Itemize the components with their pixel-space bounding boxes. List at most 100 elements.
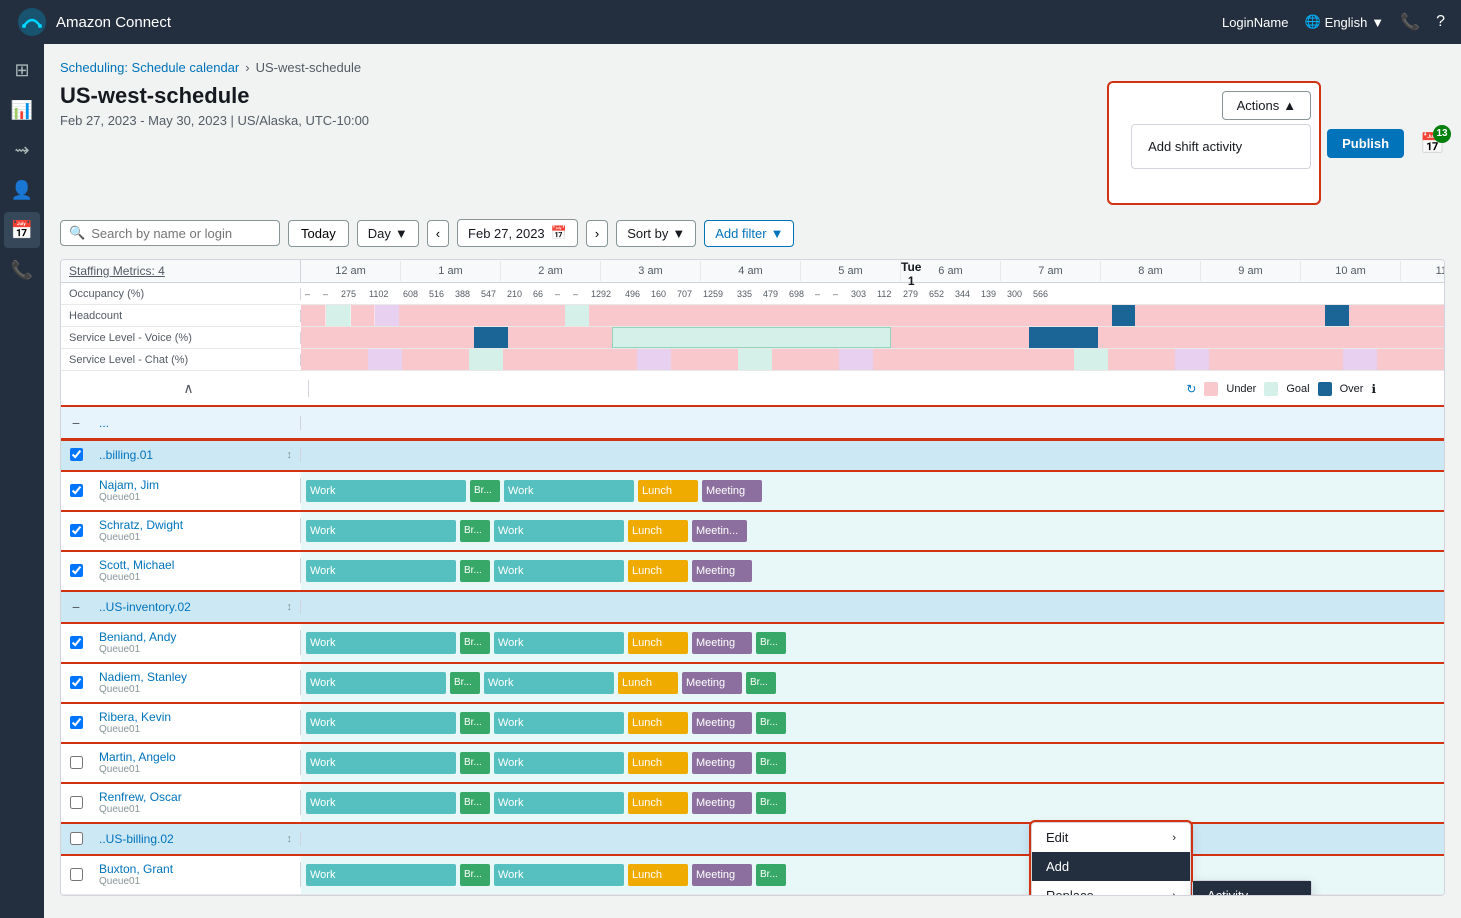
- agent-nadiem-checkbox[interactable]: [70, 676, 83, 689]
- shift-work2[interactable]: Work: [494, 752, 624, 774]
- search-input[interactable]: [91, 226, 271, 241]
- agent-najam-checkbox[interactable]: [70, 484, 83, 497]
- legend-info-icon[interactable]: ℹ: [1371, 382, 1376, 396]
- sidebar-item-scheduling[interactable]: 📅: [4, 212, 40, 248]
- agent-renfrew-checkbox[interactable]: [70, 796, 83, 809]
- shift-meeting[interactable]: Meeting: [692, 560, 752, 582]
- shift-work[interactable]: Work: [306, 560, 456, 582]
- sidebar-item-analytics[interactable]: 📊: [4, 92, 40, 128]
- shift-meeting[interactable]: Meeting: [692, 712, 752, 734]
- shift-break2[interactable]: Br...: [756, 632, 786, 654]
- shift-break[interactable]: Br...: [460, 632, 490, 654]
- shift-break[interactable]: Br...: [460, 752, 490, 774]
- shift-break2[interactable]: Br...: [756, 792, 786, 814]
- shift-lunch[interactable]: Lunch: [628, 752, 688, 774]
- agent-martin-checkbox[interactable]: [70, 756, 83, 769]
- shift-meeting[interactable]: Meeting: [682, 672, 742, 694]
- sidebar-item-routing[interactable]: ⇝: [4, 132, 40, 168]
- shift-work[interactable]: Work: [306, 672, 446, 694]
- agent-schratz-checkbox[interactable]: [70, 524, 83, 537]
- shift-meeting[interactable]: Meeting: [692, 792, 752, 814]
- shift-lunch[interactable]: Lunch: [628, 632, 688, 654]
- phone-icon[interactable]: 📞: [1400, 12, 1420, 32]
- group1-checkbox-col: −: [61, 415, 91, 431]
- shift-meeting[interactable]: Meeting: [692, 632, 752, 654]
- ctx-edit-item[interactable]: Edit ›: [1032, 823, 1190, 852]
- sidebar-item-users[interactable]: 👤: [4, 172, 40, 208]
- shift-work2[interactable]: Work: [494, 712, 624, 734]
- shift-lunch[interactable]: Lunch: [628, 560, 688, 582]
- agent-billing01-count: ↕: [287, 449, 293, 461]
- group3-checkbox[interactable]: [70, 832, 83, 845]
- shift-work2[interactable]: Work: [494, 520, 624, 542]
- shift-lunch[interactable]: Lunch: [638, 480, 698, 502]
- submenu-activity-item[interactable]: Activity: [1193, 881, 1311, 896]
- staffing-metrics-label[interactable]: Staffing Metrics: 4: [69, 264, 165, 278]
- shift-lunch[interactable]: Lunch: [628, 712, 688, 734]
- agent-beniand-checkbox[interactable]: [70, 636, 83, 649]
- shift-break[interactable]: Br...: [470, 480, 500, 502]
- add-filter-button[interactable]: Add filter ▼: [704, 220, 794, 247]
- ctx-replace-item[interactable]: Replace ›: [1032, 881, 1190, 896]
- calendar-badge-button[interactable]: 📅 13: [1420, 131, 1445, 156]
- hc-cell: [1112, 305, 1136, 326]
- shift-break[interactable]: Br...: [460, 520, 490, 542]
- collapse-chevron-icon[interactable]: ∧: [183, 380, 193, 397]
- refresh-icon[interactable]: ↻: [1186, 382, 1196, 396]
- shift-work[interactable]: Work: [306, 520, 456, 542]
- shift-break[interactable]: Br...: [460, 792, 490, 814]
- next-date-button[interactable]: ›: [586, 220, 608, 247]
- shift-break[interactable]: Br...: [460, 560, 490, 582]
- shift-lunch[interactable]: Lunch: [628, 864, 688, 886]
- shift-meeting[interactable]: Meetin...: [692, 520, 747, 542]
- shift-break2[interactable]: Br...: [756, 712, 786, 734]
- agent-billing01-checkbox[interactable]: [70, 448, 83, 461]
- shift-meeting[interactable]: Meeting: [702, 480, 762, 502]
- shift-lunch[interactable]: Lunch: [618, 672, 678, 694]
- shift-break2[interactable]: Br...: [756, 752, 786, 774]
- shift-work2[interactable]: Work: [504, 480, 634, 502]
- shift-break2[interactable]: Br...: [756, 864, 786, 886]
- group2-collapse-icon[interactable]: −: [72, 599, 80, 615]
- actions-button[interactable]: Actions ▲: [1222, 91, 1312, 120]
- agent-renfrew-sub: Queue01: [99, 804, 292, 815]
- shift-lunch[interactable]: Lunch: [628, 792, 688, 814]
- ctx-add-item[interactable]: Add Activity: [1032, 852, 1190, 881]
- shift-meeting[interactable]: Meeting: [692, 864, 752, 886]
- shift-work[interactable]: Work: [306, 480, 466, 502]
- shift-break[interactable]: Br...: [460, 864, 490, 886]
- publish-button[interactable]: Publish: [1327, 129, 1404, 158]
- sidebar-item-home[interactable]: ⊞: [4, 52, 40, 88]
- hc-cell: [301, 305, 326, 326]
- shift-work[interactable]: Work: [306, 712, 456, 734]
- shift-work2[interactable]: Work: [494, 632, 624, 654]
- search-box[interactable]: 🔍: [60, 220, 280, 246]
- prev-date-button[interactable]: ‹: [427, 220, 449, 247]
- shift-lunch[interactable]: Lunch: [628, 520, 688, 542]
- sidebar-item-phone[interactable]: 📞: [4, 252, 40, 288]
- shift-work[interactable]: Work: [306, 632, 456, 654]
- shift-meeting[interactable]: Meeting: [692, 752, 752, 774]
- agent-buxton-checkbox[interactable]: [70, 868, 83, 881]
- add-shift-activity-item[interactable]: Add shift activity: [1132, 131, 1310, 162]
- shift-work2[interactable]: Work: [494, 792, 624, 814]
- shift-work[interactable]: Work: [306, 792, 456, 814]
- sort-by-button[interactable]: Sort by ▼: [616, 220, 696, 247]
- shift-break[interactable]: Br...: [450, 672, 480, 694]
- day-selector[interactable]: Day ▼: [357, 220, 419, 247]
- shift-work2[interactable]: Work: [494, 560, 624, 582]
- language-selector[interactable]: 🌐 English ▼: [1304, 14, 1384, 30]
- shift-break[interactable]: Br...: [460, 712, 490, 734]
- today-button[interactable]: Today: [288, 220, 349, 247]
- help-icon[interactable]: ?: [1436, 13, 1445, 31]
- shift-work[interactable]: Work: [306, 864, 456, 886]
- shift-work[interactable]: Work: [306, 752, 456, 774]
- agent-scott-checkbox[interactable]: [70, 564, 83, 577]
- date-display[interactable]: Feb 27, 2023 📅: [457, 219, 578, 247]
- group1-collapse-icon[interactable]: −: [72, 415, 80, 431]
- agent-ribera-checkbox[interactable]: [70, 716, 83, 729]
- breadcrumb-parent[interactable]: Scheduling: Schedule calendar: [60, 60, 239, 75]
- shift-work2[interactable]: Work: [494, 864, 624, 886]
- shift-work2[interactable]: Work: [484, 672, 614, 694]
- shift-break2[interactable]: Br...: [746, 672, 776, 694]
